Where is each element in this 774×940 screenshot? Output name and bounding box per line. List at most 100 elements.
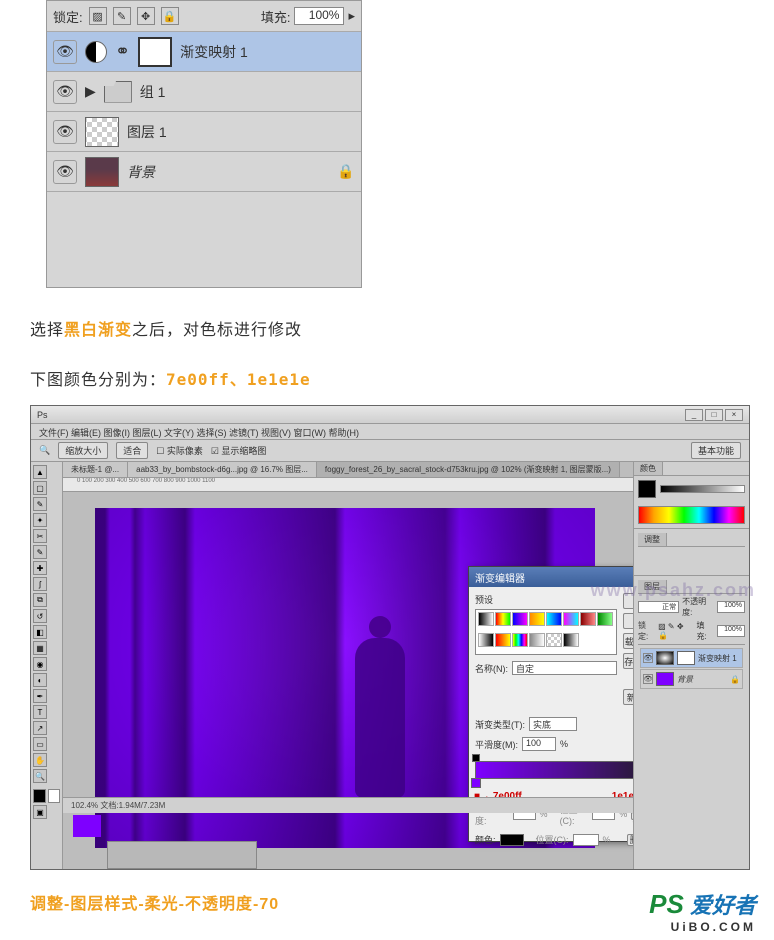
gray-slider[interactable] [660,485,745,493]
lock-mini-label: 锁定: [638,620,655,642]
doc-tab[interactable]: 未标题-1 @... [63,462,128,477]
menu-bar[interactable]: 文件(F) 编辑(E) 图像(I) 图层(L) 文字(Y) 选择(S) 滤镜(T… [31,424,749,440]
gradient-name-input[interactable]: 自定 [512,661,617,675]
position-input-2[interactable] [573,834,599,846]
smoothness-input[interactable]: 100 [522,737,556,751]
gradient-preset[interactable] [512,612,528,626]
fill-dropdown-icon[interactable]: ▸ [348,8,355,24]
tool-preset-icon[interactable]: 🔍 [39,445,50,456]
tab-adjust[interactable]: 调整 [638,533,667,546]
history-brush-icon[interactable]: ↺ [33,609,47,623]
visibility-icon[interactable]: 👁 [53,40,77,64]
color-swatch[interactable] [500,834,524,846]
app-title: Ps [37,410,48,420]
doc-tab[interactable]: aab33_by_bombstock-d6g...jpg @ 16.7% 图层.… [128,462,317,477]
lock-label: 锁定: [53,7,83,26]
gradient-preset[interactable] [563,612,579,626]
eyedropper-tool-icon[interactable]: ✎ [33,545,47,559]
fill-input[interactable]: 100% [294,7,344,25]
opt-checkbox-actual[interactable]: ☐ 实际像素 [156,444,203,457]
gradient-preset[interactable] [580,612,596,626]
lock-all-icon[interactable]: 🔒 [161,7,179,25]
foreground-swatch[interactable] [33,789,46,803]
gradient-tool-icon[interactable]: ▦ [33,641,47,655]
wand-tool-icon[interactable]: ✦ [33,513,47,527]
layer-mask-thumb[interactable] [138,37,172,67]
canvas-area: 未标题-1 @... aab33_by_bombstock-d6g...jpg … [63,462,633,869]
watermark-url: UiBO.COM [649,920,756,934]
type-tool-icon[interactable]: T [33,705,47,719]
gradient-preset[interactable] [546,612,562,626]
fill-mini-label: 填充: [696,620,713,642]
annotation-1: 选择黑白渐变之后，对色标进行修改 [30,316,302,340]
gradient-preset[interactable] [597,612,613,626]
close-icon[interactable]: × [725,409,743,421]
gradient-preset[interactable] [478,612,494,626]
gradient-preset[interactable] [478,633,494,647]
opacity-mini-input[interactable]: 100% [717,601,745,613]
gradient-preset[interactable] [495,633,511,647]
brush-tool-icon[interactable]: ʃ [33,577,47,591]
layer-row-group[interactable]: 👁 ▶ 组 1 [47,72,361,112]
expand-triangle-icon[interactable]: ▶ [85,83,96,100]
layers-panel-header: 锁定: ▨ ✎ ✥ 🔒 填充: 100% ▸ [47,1,361,31]
minimize-icon[interactable]: _ [685,409,703,421]
mini-layer-row[interactable]: 👁 背景 🔒 [640,669,743,689]
lock-transparent-icon[interactable]: ▨ [89,7,107,25]
eraser-tool-icon[interactable]: ◧ [33,625,47,639]
move-tool-icon[interactable]: ▲ [33,465,47,479]
window-titlebar: Ps _ □ × [31,406,749,424]
layer-row-gradient-map[interactable]: 👁 ⚭ 渐变映射 1 [47,32,361,72]
dialog-title: 渐变编辑器 [475,570,525,585]
marquee-tool-icon[interactable]: ▢ [33,481,47,495]
lasso-tool-icon[interactable]: ✎ [33,497,47,511]
opt-checkbox-thumb[interactable]: ☑ 显示缩略图 [211,444,267,457]
path-tool-icon[interactable]: ↗ [33,721,47,735]
gradient-preset[interactable] [512,633,528,647]
gradient-preset[interactable] [495,612,511,626]
stamp-tool-icon[interactable]: ⧉ [33,593,47,607]
layer-row-layer1[interactable]: 👁 图层 1 [47,112,361,152]
opt-zoom-size[interactable]: 缩放大小 [58,442,108,459]
blend-mode-select[interactable]: 正常 [638,601,679,613]
hand-tool-icon[interactable]: ✋ [33,753,47,767]
heal-tool-icon[interactable]: ✚ [33,561,47,575]
opacity-stop-left[interactable] [472,754,480,762]
crop-tool-icon[interactable]: ✂ [33,529,47,543]
tab-color[interactable]: 颜色 [634,462,663,475]
doc-tab-active[interactable]: foggy_forest_26_by_sacral_stock-d753kru.… [317,462,620,477]
lock-paint-icon[interactable]: ✎ [113,7,131,25]
zoom-tool-icon[interactable]: 🔍 [33,769,47,783]
maximize-icon[interactable]: □ [705,409,723,421]
eye-icon[interactable]: 👁 [643,674,653,684]
gradient-preset[interactable] [529,612,545,626]
color-stop-left[interactable] [471,778,481,788]
lock-icons-row[interactable]: ▨ ✎ ✥ 🔒 [658,622,693,640]
mini-thumb[interactable] [73,815,101,837]
visibility-icon[interactable]: 👁 [53,120,77,144]
mini-layer-row[interactable]: 👁 渐变映射 1 [640,648,743,668]
layer-thumb [85,117,119,147]
dodge-tool-icon[interactable]: ◐ [33,673,47,687]
eye-icon[interactable]: 👁 [643,653,653,663]
visibility-icon[interactable]: 👁 [53,80,77,104]
link-icon[interactable]: ⚭ [115,41,130,62]
gradient-type-select[interactable]: 实底 [529,717,577,731]
workspace-selector[interactable]: 基本功能 [691,442,741,459]
gradient-preset[interactable] [563,633,579,647]
fg-swatch[interactable] [638,480,656,498]
blur-tool-icon[interactable]: ◉ [33,657,47,671]
pen-tool-icon[interactable]: ✒ [33,689,47,703]
visibility-icon[interactable]: 👁 [53,160,77,184]
opt-fit[interactable]: 适合 [116,442,148,459]
shape-tool-icon[interactable]: ▭ [33,737,47,751]
color-spectrum[interactable] [638,506,745,524]
gradient-preset[interactable] [529,633,545,647]
lock-position-icon[interactable]: ✥ [137,7,155,25]
layer-row-background[interactable]: 👁 背景 🔒 [47,152,361,192]
layers-panel: 锁定: ▨ ✎ ✥ 🔒 填充: 100% ▸ 👁 ⚭ 渐变映射 1 👁 ▶ 组 … [46,0,362,288]
screen-mode-icon[interactable]: ▣ [33,805,47,819]
fill-mini-input[interactable]: 100% [717,625,745,637]
gradient-preset[interactable] [546,633,562,647]
background-swatch[interactable] [48,789,61,803]
